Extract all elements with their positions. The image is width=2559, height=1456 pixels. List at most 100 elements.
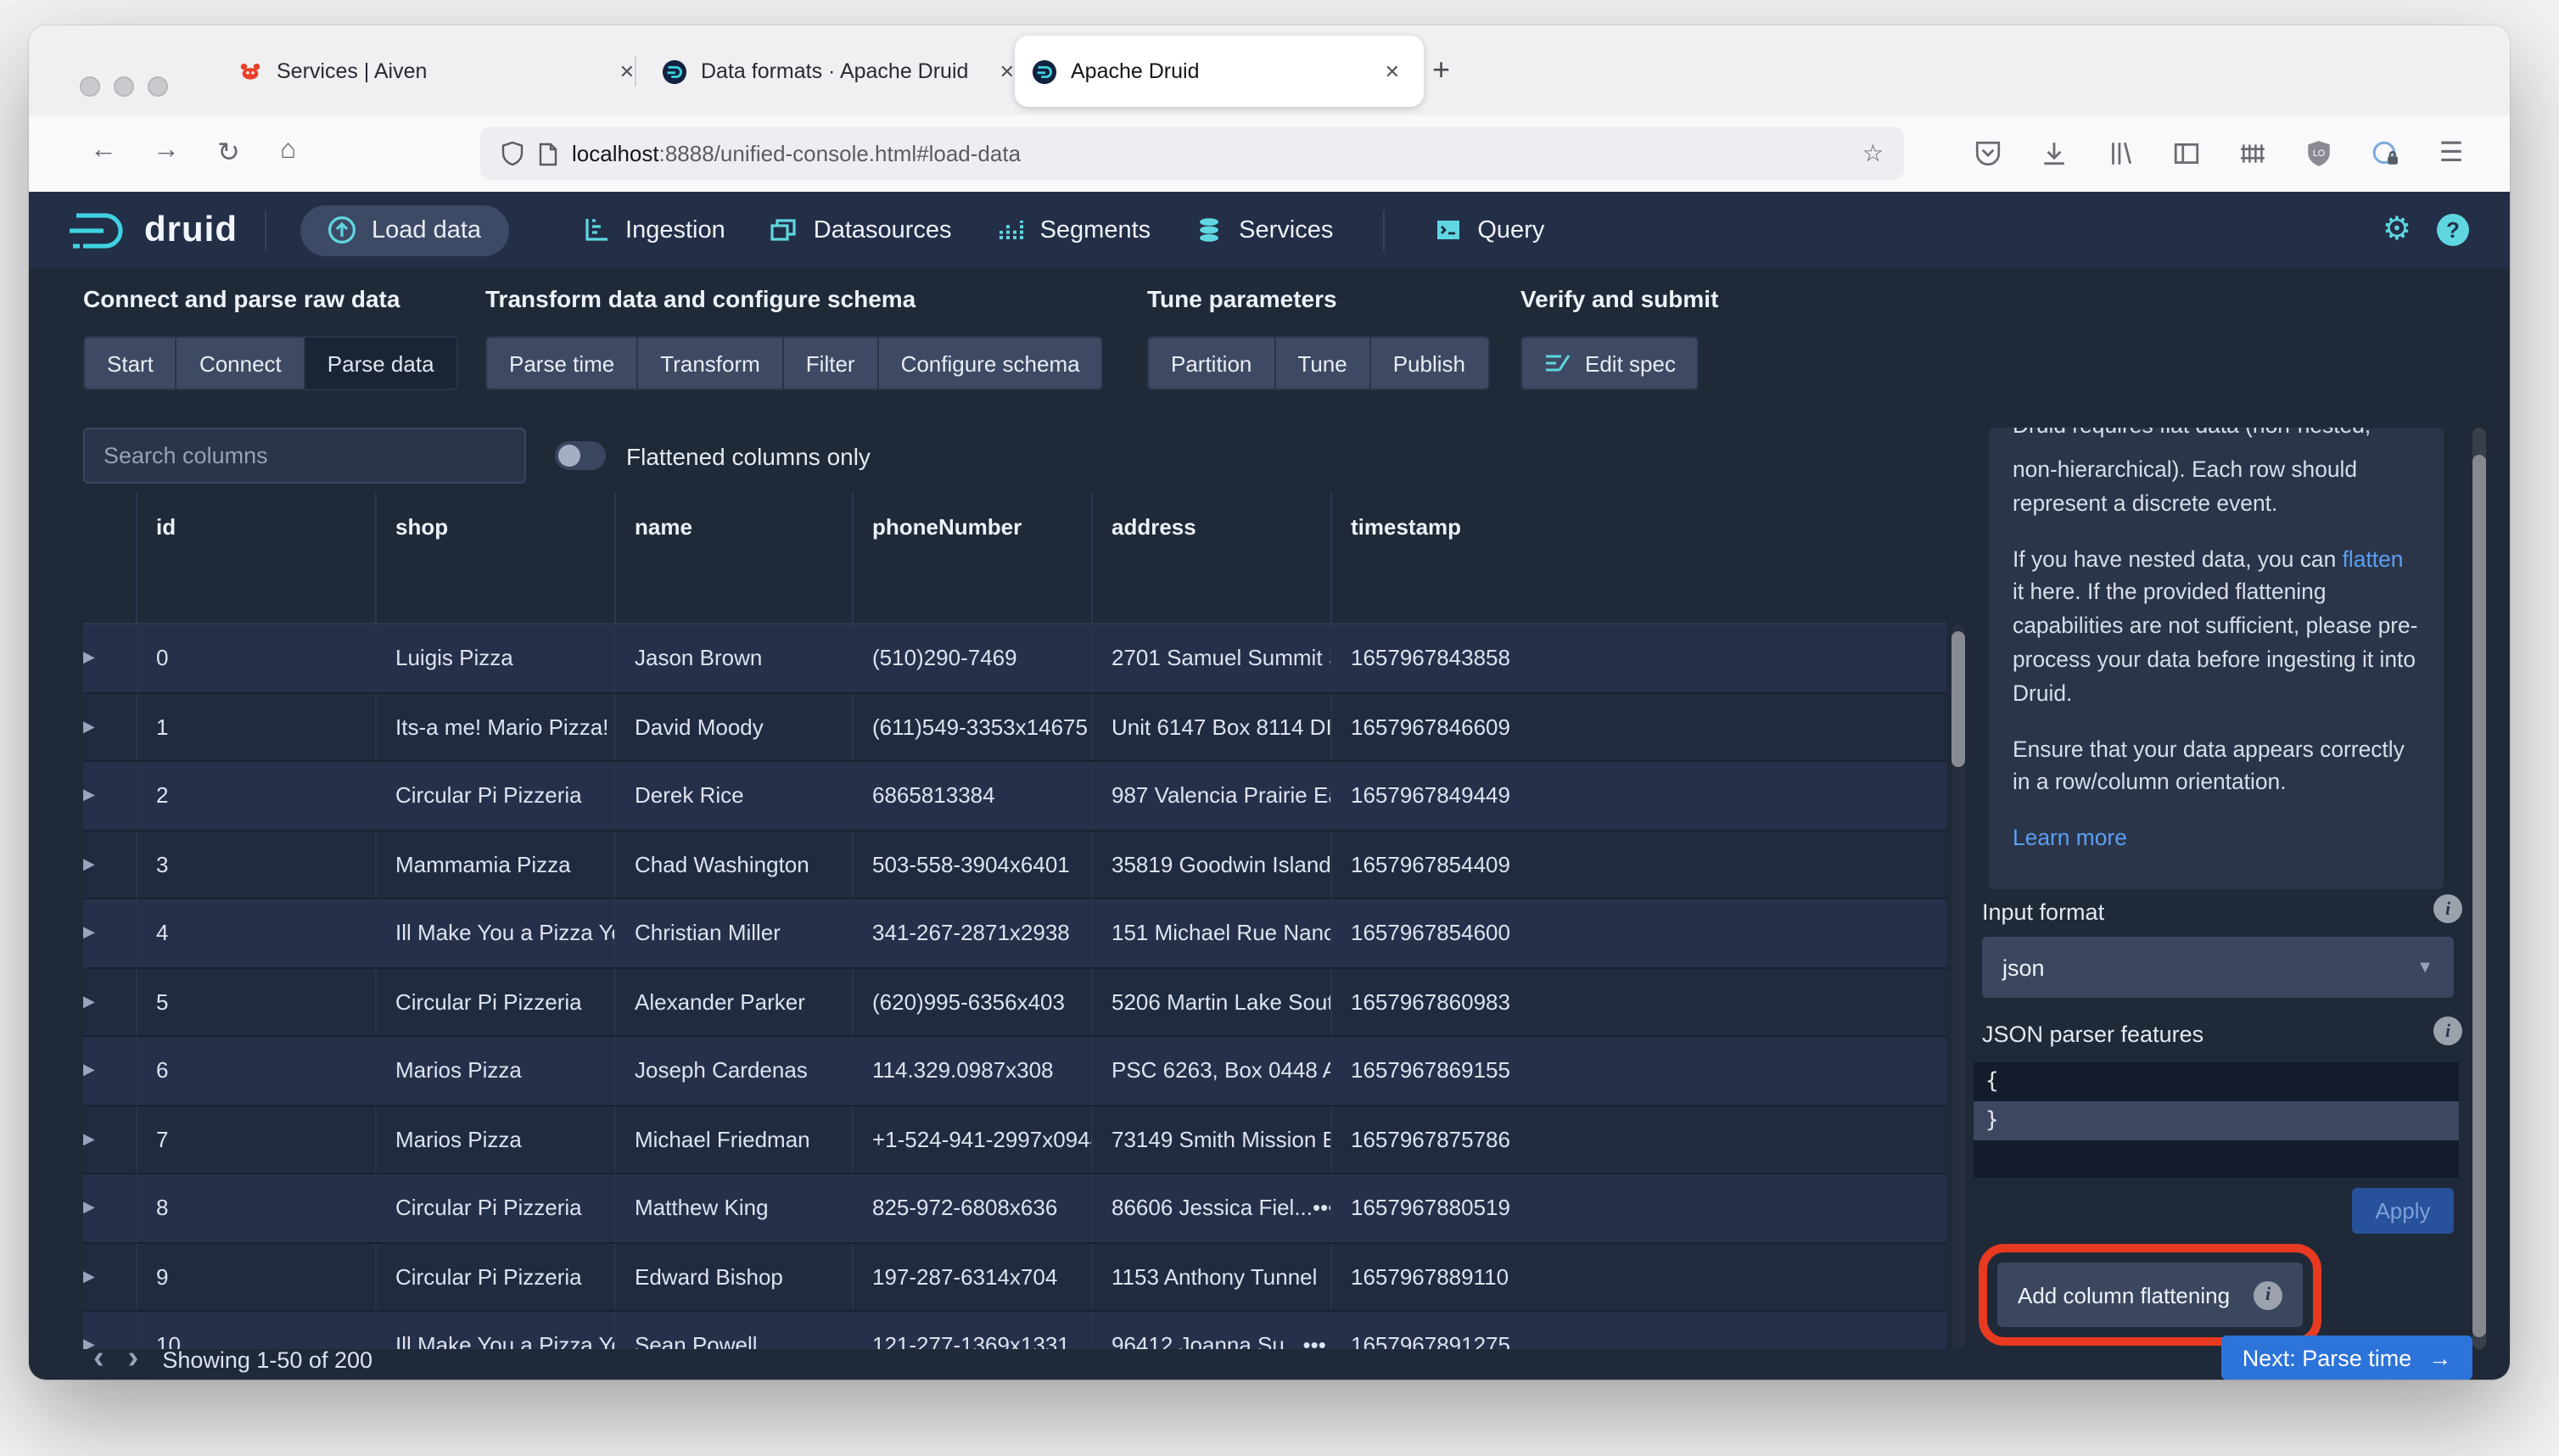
downloads-icon[interactable] [2040,138,2069,167]
gear-icon[interactable]: ⚙ [2383,210,2411,249]
row-expander-icon[interactable]: ▶ [83,855,95,874]
close-window-button[interactable] [80,76,100,97]
header-timestamp[interactable]: timestamp [1332,492,1946,623]
search-input[interactable] [83,428,526,484]
row-expander-icon[interactable]: ▶ [83,1130,95,1149]
step-group-title: Transform data and configure schema [485,285,916,312]
row-expander-icon[interactable]: ▶ [83,787,95,805]
back-icon[interactable]: ← [90,136,117,166]
brand-text: druid [144,210,238,249]
json-parser-features-info-icon[interactable]: i [2433,1016,2462,1045]
row-expander-icon[interactable]: ▶ [83,1268,95,1286]
table-row[interactable]: ▶ 3 Mammamia Pizza Chad Washington 503-558-3… [83,831,1946,899]
zoom-window-button[interactable] [148,76,168,97]
table-row[interactable]: ▶ 5 Circular Pi Pizzeria Alexander Parker (6… [83,968,1946,1037]
multi-account-containers-icon[interactable] [2238,138,2267,167]
table-row[interactable]: ▶ 2 Circular Pi Pizzeria Derek Rice 68658133… [83,762,1946,831]
step-configure-schema[interactable]: Configure schema [876,336,1104,390]
table-scrollbar-thumb[interactable] [1951,631,1965,767]
learn-more-link[interactable]: Learn more [2013,825,2127,850]
table-row[interactable]: ▶ 0 Luigis Pizza Jason Brown (510)290-7469 27… [83,624,1946,693]
cell-timestamp: 1657967843858 [1351,645,1510,671]
nav-item-label: Datasources [813,216,952,244]
header-phoneNumber[interactable]: phoneNumber [854,492,1093,623]
home-icon[interactable]: ⌂ [280,136,296,166]
load-data-icon [328,216,356,244]
pocket-icon[interactable] [1974,138,2002,167]
step-filter[interactable]: Filter [781,336,879,390]
table-row[interactable]: ▶ 6 Marios Pizza Joseph Cardenas 114.329.098… [83,1037,1946,1106]
row-expander-icon[interactable]: ▶ [83,718,95,736]
toggle-label: Flattened columns only [626,443,871,470]
sidebar-icon[interactable] [2172,138,2201,167]
shield-permissions-icon[interactable] [501,141,524,166]
tab-data-formats-druid[interactable]: Data formats · Apache Druid ✕ [645,39,1039,104]
step-start[interactable]: Start [83,336,177,390]
add-column-flattening-button[interactable]: Add column flattening i [1997,1263,2303,1327]
shield-lo-extension-icon[interactable]: LO [2304,138,2333,167]
library-icon[interactable] [2106,138,2135,167]
table-header: id shop name phoneNumber address timesta… [83,492,1946,624]
table-row[interactable]: ▶ 7 Marios Pizza Michael Friedman +1-524-941… [83,1106,1946,1174]
add-column-flattening-info-icon[interactable]: i [2254,1280,2282,1309]
url-bar[interactable]: localhost:8888/unified-console.html#load… [480,127,1904,180]
row-expander-icon[interactable]: ▶ [83,1199,95,1218]
nav-item-query[interactable]: Query [1411,192,1566,268]
input-format-value: json [2002,955,2045,980]
close-tab-icon[interactable]: ✕ [613,57,641,86]
step-group-title: Verify and submit [1520,285,1719,312]
row-expander-icon[interactable]: ▶ [83,993,95,1011]
cell-shop: Marios Pizza [377,1106,616,1173]
flatten-link[interactable]: flatten [2343,546,2404,571]
arrow-right-icon: → [2428,1345,2452,1370]
next-parse-time-button[interactable]: Next: Parse time → [2221,1336,2472,1380]
header-address[interactable]: address [1093,492,1332,623]
menu-icon[interactable]: ☰ [2437,138,2466,167]
druid-console: druid Load data Ingestion Datasources Se… [29,192,2510,1380]
header-id[interactable]: id [137,492,377,623]
privacy-lock-icon[interactable] [2371,138,2399,167]
cell-name: Chad Washington [616,831,854,898]
nav-item-services[interactable]: Services [1173,192,1355,268]
page-info-icon[interactable] [538,142,558,165]
input-format-select[interactable]: json ▼ [1982,937,2454,998]
page-prev-icon[interactable]: ‹ [93,1342,104,1375]
nav-item-load-data[interactable]: Load data [300,204,509,255]
row-expander-icon[interactable]: ▶ [83,1061,95,1080]
row-expander-icon[interactable]: ▶ [83,924,95,943]
step-connect[interactable]: Connect [175,336,305,390]
step-publish[interactable]: Publish [1369,336,1489,390]
row-expander-icon[interactable]: ▶ [83,649,95,668]
step-partition[interactable]: Partition [1147,336,1276,390]
header-shop[interactable]: shop [377,492,616,623]
step-tune[interactable]: Tune [1274,336,1371,390]
input-format-info-icon[interactable]: i [2433,894,2462,923]
tab-services-aiven[interactable]: Services | Aiven ✕ [221,39,658,104]
apply-button[interactable]: Apply [2352,1188,2454,1234]
flattened-columns-toggle[interactable] [555,441,606,470]
tab-apache-druid-active[interactable]: Apache Druid ✕ [1015,36,1424,107]
step-transform[interactable]: Transform [636,336,784,390]
panel-scrollbar-thumb[interactable] [2472,455,2486,1337]
step-edit-spec[interactable]: Edit spec [1520,336,1699,390]
table-row[interactable]: ▶ 9 Circular Pi Pizzeria Edward Bishop 197-2… [83,1243,1946,1312]
nav-item-datasources[interactable]: Datasources [748,192,974,268]
new-tab-button[interactable]: + [1432,53,1450,87]
table-row[interactable]: ▶ 1 Its-a me! Mario Pizza! David Moody (611)… [83,693,1946,762]
nav-item-ingestion[interactable]: Ingestion [559,192,748,268]
help-icon[interactable]: ? [2437,214,2469,246]
json-parser-features-editor[interactable]: { } [1974,1062,2459,1178]
close-tab-icon[interactable]: ✕ [1378,57,1407,86]
step-parse-time[interactable]: Parse time [485,336,639,390]
table-row[interactable]: ▶ 8 Circular Pi Pizzeria Matthew King 825-97… [83,1174,1946,1243]
nav-item-segments[interactable]: Segments [974,192,1173,268]
step-parse-data[interactable]: Parse data [303,336,458,390]
reload-icon[interactable]: ↻ [217,136,240,170]
table-row[interactable]: ▶ 4 Ill Make You a Pizza Yo Christian Mille… [83,899,1946,968]
forward-icon[interactable]: → [153,136,180,166]
bookmark-star-icon[interactable]: ☆ [1862,139,1884,168]
page-next-icon[interactable]: › [128,1342,139,1375]
cell-shop: Ill Make You a Pizza Yo [377,899,616,966]
header-name[interactable]: name [616,492,854,623]
minimize-window-button[interactable] [114,76,134,97]
